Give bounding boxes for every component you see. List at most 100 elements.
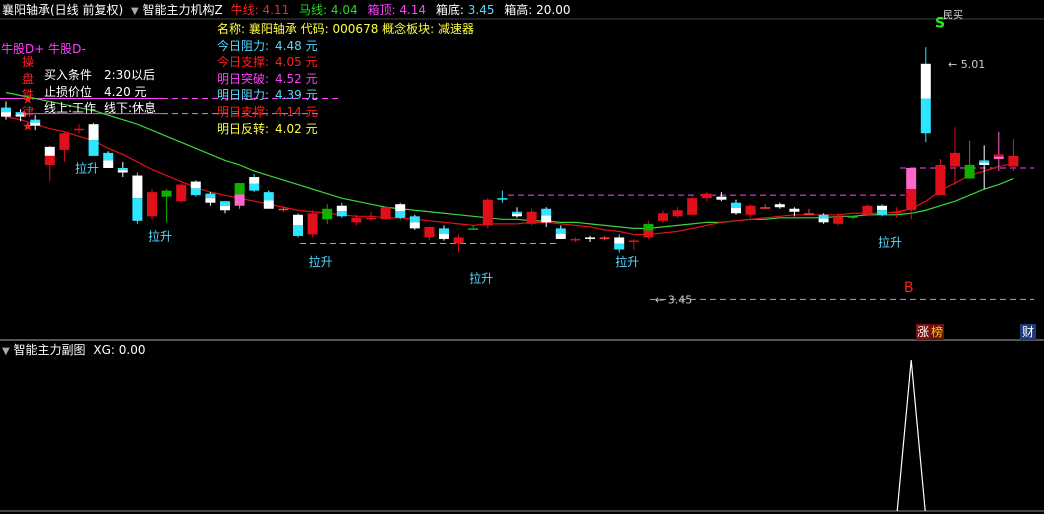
- candle-body-top: [249, 177, 260, 184]
- candle-body: [935, 164, 946, 196]
- rule-row: 止损价位 4.20 元: [44, 84, 156, 101]
- candle-body-top: [877, 205, 887, 211]
- candle-body-top: [643, 223, 654, 231]
- candle-body-top: [395, 204, 406, 212]
- candle-body: [716, 196, 727, 200]
- annotation-label: 拉升: [878, 235, 902, 250]
- candle-body: [351, 217, 362, 223]
- candle-body: [731, 207, 741, 214]
- candle-body: [628, 240, 639, 242]
- candle-body: [409, 222, 420, 229]
- rule-char: 铁: [22, 88, 35, 102]
- candle-body: [322, 208, 333, 220]
- candle-body: [205, 198, 216, 203]
- candle-body-top: [132, 175, 143, 199]
- candle-body: [220, 205, 230, 211]
- candle-body-top: [614, 237, 625, 244]
- box-bottom-price-label: ← 3.45: [655, 293, 692, 306]
- rule-row: 线上:工作 线下:休息: [44, 100, 156, 117]
- candle-body-top: [979, 160, 990, 163]
- box-top-label: 箱顶:: [367, 3, 396, 17]
- candle-body-top: [409, 216, 420, 223]
- candle-body: [614, 243, 625, 250]
- candle-body-top: [88, 124, 99, 141]
- badge-bang[interactable]: 榜: [930, 324, 944, 340]
- candle-body: [395, 211, 406, 218]
- candle-body: [789, 208, 800, 212]
- info-row-label: 今日阻力:: [217, 38, 270, 53]
- niu-label: 牛线:: [230, 3, 259, 17]
- candle-body: [336, 211, 347, 217]
- xg-value: 0.00: [118, 343, 146, 357]
- badge-cai[interactable]: 财: [1020, 324, 1036, 340]
- candle-body: [1008, 155, 1019, 167]
- candle-body: [147, 192, 157, 217]
- candle-body: [555, 233, 566, 239]
- xg-label: XG:: [93, 343, 115, 357]
- candle-body-top: [44, 146, 55, 156]
- candle-body: [307, 213, 318, 235]
- box-high-value: 20.00: [536, 3, 571, 17]
- rule-label: 止损价位: [44, 84, 93, 99]
- candle-body: [964, 164, 975, 179]
- sub-dropdown-icon[interactable]: ▼: [2, 346, 10, 357]
- candle-body: [847, 216, 858, 218]
- candle-body: [30, 122, 41, 126]
- sub-chart-header: ▼ 智能主力副图 XG: 0.00: [2, 342, 145, 360]
- candle-body: [74, 128, 84, 131]
- legend-row: 牛股D+ 牛股D-: [1, 42, 86, 56]
- info-row-label: 明日支撑:: [217, 104, 270, 119]
- main-chart[interactable]: ★★拉升拉升拉升拉升拉升拉升← 3.45← 5.01BS民买: [0, 0, 1044, 514]
- candle-body: [979, 162, 990, 165]
- candle-body: [599, 237, 610, 239]
- candle-body: [468, 228, 479, 230]
- candle-body: [59, 133, 70, 150]
- info-row: 明日支撑: 4.14 元: [217, 104, 474, 121]
- annotation-label: 拉升: [309, 254, 333, 269]
- info-row-label: 明日反转:: [217, 121, 270, 136]
- candle-body: [424, 226, 435, 238]
- candle-body: [176, 184, 187, 202]
- candle-body: [117, 170, 128, 173]
- indicator-header: 襄阳轴承(日线 前复权) ▼ 智能主力机构Z 牛线: 4.11 马线: 4.04…: [2, 2, 571, 18]
- info-row-label: 明日突破:: [217, 71, 270, 86]
- stock-title[interactable]: 襄阳轴承(日线 前复权): [2, 3, 123, 17]
- candle-body-top: [1, 107, 11, 113]
- candle-body-top: [439, 228, 449, 234]
- candle-body: [760, 207, 771, 209]
- info-row-value: 4.02 元: [275, 121, 318, 136]
- stock-name-row: 名称: 襄阳轴承 代码: 000678 概念板块: 减速器: [217, 22, 475, 36]
- candle-body: [380, 207, 391, 220]
- ma-value: 4.04: [330, 3, 358, 17]
- indicator-dropdown-icon[interactable]: ▼: [131, 6, 139, 17]
- candle-body-top: [190, 181, 201, 189]
- candle-body: [877, 210, 887, 215]
- candle-body: [701, 193, 712, 199]
- niu-value: 4.11: [262, 3, 290, 17]
- candle-body-top: [30, 119, 41, 123]
- info-row-value: 4.05 元: [275, 55, 318, 70]
- candle-body: [818, 218, 829, 223]
- candle-body: [366, 217, 376, 220]
- info-panel: 名称: 襄阳轴承 代码: 000678 概念板块: 减速器 今日阻力: 4.48 …: [217, 21, 474, 137]
- candle-body-top: [205, 193, 216, 199]
- candle-body-top: [263, 192, 274, 201]
- info-row: 今日支撑: 4.05 元: [217, 54, 474, 71]
- candle-body-top: [293, 214, 303, 226]
- info-row: 明日阻力: 4.39 元: [217, 87, 474, 104]
- box-bottom-value: 3.45: [467, 3, 495, 17]
- candle-body-top: [512, 211, 522, 215]
- rule-label: 买入条件: [44, 68, 93, 82]
- sub-title[interactable]: 智能主力副图: [14, 343, 86, 357]
- candle-body-top: [541, 208, 552, 216]
- candle-body-top: [906, 167, 917, 190]
- info-row-value: 4.48 元: [275, 38, 318, 53]
- box-bottom-label: 箱底:: [435, 3, 464, 17]
- box-top-value: 4.14: [399, 3, 427, 17]
- candle-body-top: [920, 63, 931, 99]
- rule-value: 4.20 元: [104, 84, 147, 99]
- badge-zhang[interactable]: 涨: [916, 324, 930, 340]
- peak-price-label: ← 5.01: [948, 58, 985, 71]
- indicator-name[interactable]: 智能主力机构Z: [143, 3, 223, 17]
- sell-text: 民买: [943, 9, 963, 21]
